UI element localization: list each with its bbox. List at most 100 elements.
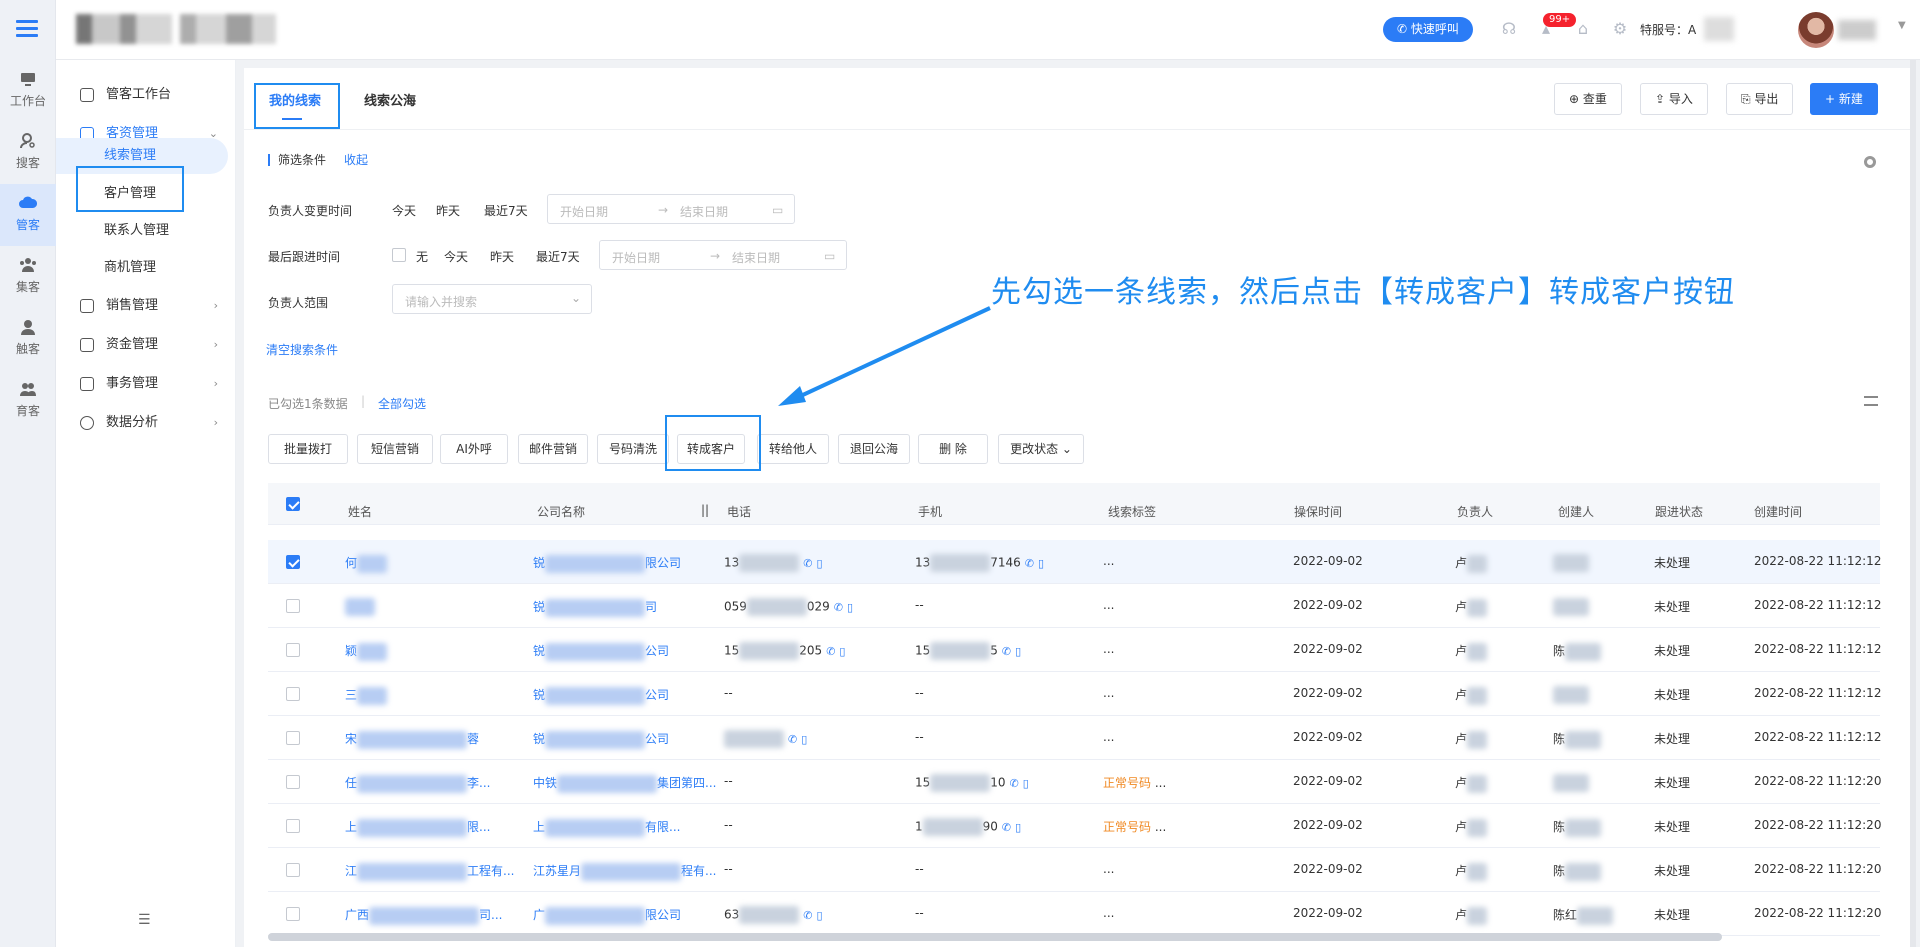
owner-change-7days[interactable]: 最近7天 bbox=[484, 202, 528, 219]
company-name[interactable]: 锐公司 bbox=[533, 686, 669, 705]
lead-name[interactable]: 任李... bbox=[345, 774, 490, 793]
column-header[interactable]: 跟进状态 bbox=[1655, 503, 1703, 520]
action-button[interactable]: 批量拨打 bbox=[268, 434, 348, 464]
action-button[interactable]: 号码清洗 bbox=[597, 434, 669, 464]
export-button[interactable]: ⎘ 导出 bbox=[1726, 83, 1794, 115]
row-checkbox[interactable] bbox=[286, 599, 300, 613]
column-header[interactable]: 电话 bbox=[727, 503, 751, 520]
rail-item-collect[interactable]: 集客 bbox=[0, 246, 56, 308]
last-follow-yesterday[interactable]: 昨天 bbox=[490, 248, 514, 265]
table-row[interactable]: 何 锐限公司 13 ✆ ▯ 13 7146 ✆ ▯... 2022-09-02 卢 未处理 2022-0… bbox=[268, 540, 1881, 584]
rail-item-manage[interactable]: 管客 bbox=[0, 184, 56, 246]
last-follow-none[interactable]: 无 bbox=[416, 248, 428, 265]
gear-icon[interactable]: ⚙ bbox=[1611, 20, 1629, 38]
vertical-scrollbar[interactable] bbox=[1910, 60, 1916, 947]
sidemenu-affairs[interactable]: 事务管理 › bbox=[56, 366, 236, 402]
row-checkbox[interactable] bbox=[286, 687, 300, 701]
select-all-checkbox[interactable] bbox=[286, 497, 300, 511]
gear-icon[interactable] bbox=[1864, 156, 1876, 168]
avatar[interactable] bbox=[1798, 12, 1834, 48]
column-resize-handle[interactable]: || bbox=[701, 503, 709, 517]
action-button[interactable]: 删 除 bbox=[918, 434, 988, 464]
table-row[interactable]: 宋蓉 锐公司 ✆ ▯ --... 2022-09-02 卢 陈 未处理 2022-08-22 11… bbox=[268, 716, 1881, 760]
column-header[interactable]: 手机 bbox=[918, 503, 942, 520]
column-header[interactable]: 操保时间 bbox=[1294, 503, 1342, 520]
action-button[interactable]: 短信营销 bbox=[357, 434, 433, 464]
lead-name[interactable]: 江工程有... bbox=[345, 862, 514, 881]
lead-name[interactable]: 颖 bbox=[345, 642, 388, 661]
sidemenu-contacts[interactable]: 联系人管理 bbox=[56, 213, 236, 249]
company-name[interactable]: 中铁 集团第四... bbox=[533, 774, 716, 793]
owner-change-today[interactable]: 今天 bbox=[392, 202, 416, 219]
row-checkbox[interactable] bbox=[286, 907, 300, 921]
hamburger-menu-icon[interactable] bbox=[16, 20, 38, 38]
company-name[interactable]: 江苏星月 程有... bbox=[533, 862, 716, 881]
horizontal-scrollbar[interactable] bbox=[268, 933, 1722, 941]
user-name[interactable] bbox=[1838, 20, 1876, 40]
company-name[interactable]: 上有限... bbox=[533, 818, 680, 837]
lead-name[interactable] bbox=[345, 598, 375, 616]
lead-name[interactable]: 上限... bbox=[345, 818, 490, 837]
row-checkbox[interactable] bbox=[286, 863, 300, 877]
column-header[interactable]: 创建人 bbox=[1558, 503, 1594, 520]
owner-change-date-range[interactable]: 开始日期 → 结束日期 ▭ bbox=[547, 194, 795, 224]
row-checkbox[interactable] bbox=[286, 819, 300, 833]
owner-change-yesterday[interactable]: 昨天 bbox=[436, 202, 460, 219]
sidemenu-funds[interactable]: 资金管理 › bbox=[56, 327, 236, 363]
sidemenu-analytics[interactable]: 数据分析 › bbox=[56, 405, 236, 441]
row-checkbox[interactable] bbox=[286, 555, 300, 569]
table-row[interactable]: 三 锐公司 -- --... 2022-09-02 卢 未处理 2022-08-22 11:1… bbox=[268, 672, 1881, 716]
row-checkbox[interactable] bbox=[286, 643, 300, 657]
lead-name[interactable]: 广西 司... bbox=[345, 906, 502, 925]
sidemenu-sales[interactable]: 销售管理 › bbox=[56, 288, 236, 324]
company-name[interactable]: 锐公司 bbox=[533, 642, 669, 661]
collapse-menu-icon[interactable]: ☰ bbox=[138, 912, 151, 928]
table-row[interactable]: 江工程有... 江苏星月 程有... -- --... 2022-09-02 卢 陈 未处理 20… bbox=[268, 848, 1881, 892]
create-button[interactable]: + 新建 bbox=[1810, 83, 1878, 115]
company-name[interactable]: 锐司 bbox=[533, 598, 657, 617]
row-checkbox[interactable] bbox=[286, 731, 300, 745]
select-all-link[interactable]: 全部勾选 bbox=[378, 395, 426, 412]
row-checkbox[interactable] bbox=[286, 775, 300, 789]
owner-scope-select[interactable]: 请输入并搜索 ⌄ bbox=[392, 284, 592, 314]
column-header[interactable]: 负责人 bbox=[1457, 503, 1493, 520]
table-row[interactable]: 广西 司... 广限公司 63 ✆ ▯ --... 2022-09-02 卢 陈红 未处理 2022-… bbox=[268, 892, 1881, 936]
chevron-down-icon[interactable]: ▼ bbox=[1898, 20, 1906, 31]
column-settings-icon[interactable] bbox=[1864, 396, 1878, 406]
filter-collapse-link[interactable]: 收起 bbox=[344, 154, 368, 166]
rail-item-workbench[interactable]: 工作台 bbox=[0, 60, 56, 122]
lead-name[interactable]: 三 bbox=[345, 686, 388, 705]
headset-icon[interactable]: ☊ bbox=[1500, 20, 1518, 38]
rail-item-search[interactable]: 搜客 bbox=[0, 122, 56, 184]
last-follow-today[interactable]: 今天 bbox=[444, 248, 468, 265]
rail-item-nurture[interactable]: 育客 bbox=[0, 370, 56, 432]
tab-lead-pool[interactable]: 线索公海 bbox=[364, 90, 416, 109]
dedupe-button[interactable]: ⊕ 查重 bbox=[1554, 83, 1622, 115]
last-follow-date-range[interactable]: 开始日期 → 结束日期 ▭ bbox=[599, 240, 847, 270]
quick-call-button[interactable]: ✆ 快速呼叫 bbox=[1383, 17, 1473, 42]
action-button[interactable]: 更改状态 ⌄ bbox=[998, 434, 1084, 464]
column-header[interactable]: 创建时间 bbox=[1754, 503, 1802, 520]
action-button[interactable]: 转给他人 bbox=[757, 434, 829, 464]
sidemenu-opportunities[interactable]: 商机管理 bbox=[56, 250, 236, 286]
column-header[interactable]: 公司名称 bbox=[537, 503, 585, 520]
column-header[interactable]: 线索标签 bbox=[1108, 503, 1156, 520]
home-icon[interactable]: ⌂ bbox=[1574, 20, 1592, 38]
lead-name[interactable]: 宋蓉 bbox=[345, 730, 479, 749]
table-row[interactable]: 颖 锐公司 15 205 ✆ ▯ 15 5 ✆ ▯... 2022-09-02 卢 陈 未处理 2022-0… bbox=[268, 628, 1881, 672]
company-name[interactable]: 锐公司 bbox=[533, 730, 669, 749]
table-row[interactable]: 上限... 上有限... -- 1 90 ✆ ▯ 正常号码 ... 2022-09-02 卢 陈 未处… bbox=[268, 804, 1881, 848]
column-header[interactable]: 姓名 bbox=[348, 503, 372, 520]
import-button[interactable]: ⇪ 导入 bbox=[1640, 83, 1708, 115]
action-button[interactable]: 邮件营销 bbox=[518, 434, 588, 464]
clear-search-link[interactable]: 清空搜索条件 bbox=[266, 341, 338, 358]
sidemenu-workbench[interactable]: 管客工作台 bbox=[56, 77, 236, 113]
action-button[interactable]: 退回公海 bbox=[838, 434, 910, 464]
action-button[interactable]: AI外呼 bbox=[440, 434, 508, 464]
table-row[interactable]: 任李... 中铁 集团第四... -- 15 10 ✆ ▯ 正常号码 ... 2022-09-02… bbox=[268, 760, 1881, 804]
no-follow-checkbox[interactable] bbox=[392, 248, 406, 262]
table-row[interactable]: 锐司 059 029 ✆ ▯ --... 2022-09-02 卢 未处理 2022-08-22 … bbox=[268, 584, 1881, 628]
company-name[interactable]: 广限公司 bbox=[533, 906, 681, 925]
rail-item-reach[interactable]: 触客 bbox=[0, 308, 56, 370]
last-follow-7days[interactable]: 最近7天 bbox=[536, 248, 580, 265]
